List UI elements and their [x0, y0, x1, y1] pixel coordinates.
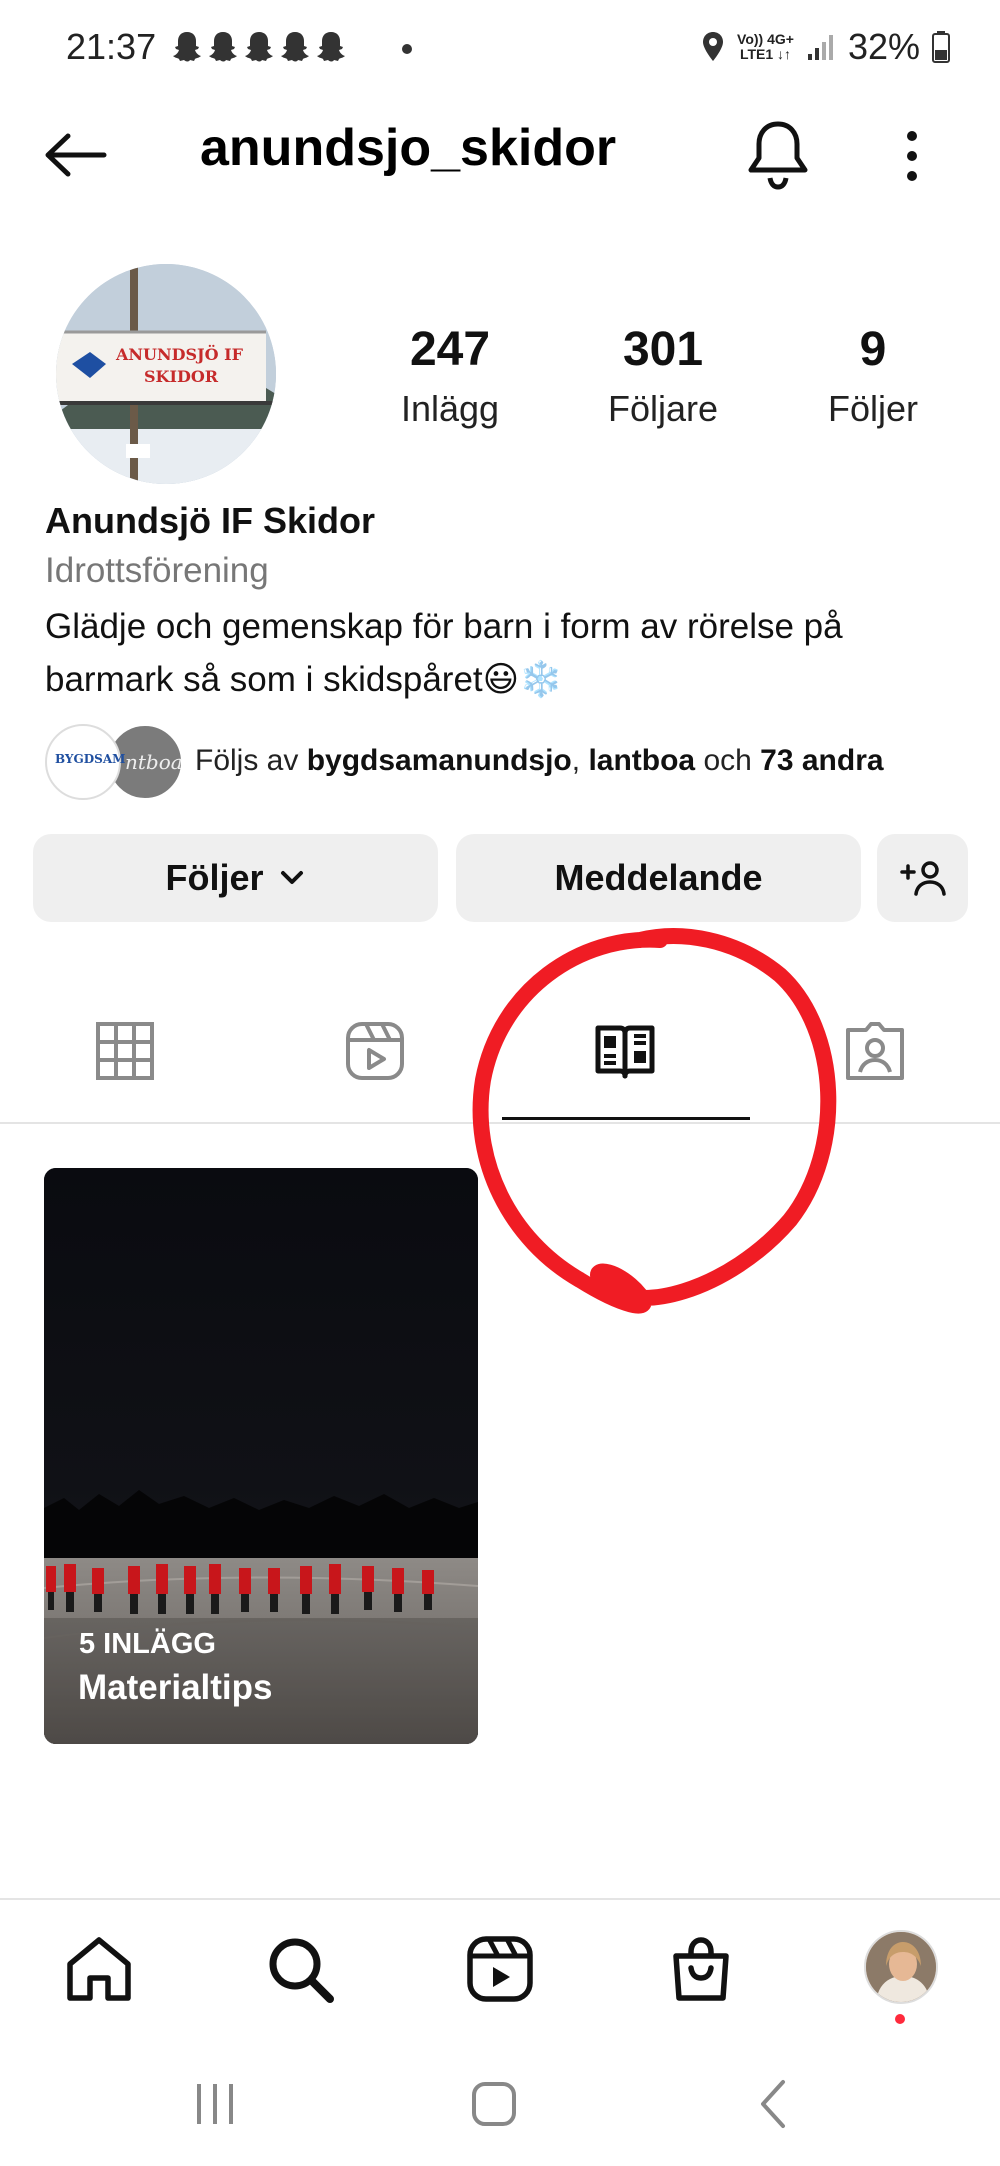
profile-notification-dot: [895, 2014, 905, 2024]
snapchat-ghost-icon: [281, 32, 309, 62]
stat-posts[interactable]: 247 Inlägg: [350, 322, 550, 430]
stat-posts-label: Inlägg: [400, 388, 500, 429]
profile-header: anundsjo_skidor: [0, 100, 1000, 210]
active-tab-indicator: [502, 1117, 750, 1120]
reels-icon: [346, 1022, 404, 1080]
tab-grid[interactable]: [0, 1020, 250, 1124]
shop-icon[interactable]: [666, 1934, 736, 2004]
profile-stats: 247 Inlägg 301 Följare 9 Följer: [350, 322, 950, 442]
status-bar: 21:37 Vo)) 4G+ LTE1 ↓↑ 32%: [0, 0, 1000, 100]
follower-avatar-bygdsam: BYGDSAM: [45, 724, 125, 800]
stat-followers-value: 301: [622, 323, 704, 376]
followed-by-user2: lantboa: [588, 744, 696, 777]
profile-display-name: Anundsjö IF Skidor: [45, 500, 375, 541]
tagged-icon: [846, 1022, 904, 1080]
snapchat-ghost-icon: [317, 32, 345, 62]
back-button-icon[interactable]: [745, 2074, 805, 2134]
status-indicators: Vo)) 4G+ LTE1 ↓↑ 32%: [701, 26, 950, 68]
message-button-label: Meddelande: [554, 857, 763, 898]
add-person-icon: [899, 861, 946, 896]
grid-icon: [96, 1022, 154, 1080]
followed-by[interactable]: BYGDSAM ntboa Följs av bygdsamanundsjo, …: [45, 724, 975, 804]
avatar-sign-line2: SKIDOR: [144, 367, 219, 386]
location-icon: [703, 32, 724, 61]
stat-posts-value: 247: [409, 323, 491, 376]
profile-avatar[interactable]: ANUNDSJÖ IF SKIDOR: [56, 264, 276, 484]
notifications-bell-icon[interactable]: [745, 118, 811, 192]
snapchat-notifications: [172, 30, 346, 62]
guides-icon: [595, 1025, 655, 1079]
guide-card[interactable]: 5 INLÄGG Materialtips: [44, 1168, 478, 1744]
followed-by-user1: bygdsamanundsjo: [306, 744, 572, 777]
battery-icon: [932, 31, 950, 63]
followed-by-others: 73 andra: [760, 744, 884, 777]
guide-post-count: 5 INLÄGG: [79, 1628, 216, 1660]
bottom-navigation: [0, 1898, 1000, 2038]
search-icon[interactable]: [265, 1934, 335, 2004]
more-options-icon[interactable]: [890, 128, 934, 184]
stat-followers[interactable]: 301 Följare: [563, 322, 763, 430]
guide-title: Materialtips: [78, 1668, 273, 1707]
battery-percent: 32%: [847, 26, 920, 67]
followed-by-prefix: Följs av: [195, 744, 299, 777]
red-circle-annotation: [472, 928, 837, 1314]
message-button[interactable]: Meddelande: [456, 834, 861, 922]
more-notifications-dot: [402, 44, 412, 54]
followed-by-joiner: och: [703, 744, 752, 777]
profile-nav-avatar[interactable]: [864, 1930, 938, 2004]
network-type-top: Vo)) 4G+: [737, 31, 794, 47]
system-navigation: [0, 2040, 1000, 2166]
snapchat-ghost-icon: [245, 32, 273, 62]
following-button[interactable]: Följer: [33, 834, 438, 922]
network-type: Vo)) 4G+ LTE1 ↓↑: [737, 32, 794, 62]
suggested-accounts-button[interactable]: [877, 834, 968, 922]
stat-following[interactable]: 9 Följer: [773, 322, 973, 430]
follower-avatar-lantboa-text: ntboa: [125, 750, 183, 774]
profile-tabs: [0, 1000, 1000, 1124]
followed-by-text: Följs av bygdsamanundsjo, lantboa och 73…: [195, 744, 884, 778]
back-arrow-icon[interactable]: [40, 130, 110, 180]
follower-avatar-bygdsam-text: BYGDSAM: [55, 752, 126, 766]
signal-icon: [807, 35, 833, 60]
reels-nav-icon[interactable]: [465, 1934, 535, 2004]
status-time: 21:37: [66, 26, 157, 67]
stat-following-label: Följer: [827, 388, 919, 429]
tab-guides[interactable]: [500, 1020, 750, 1124]
profile-category: Idrottsförening: [45, 551, 269, 590]
home-icon[interactable]: [64, 1934, 134, 2004]
snapchat-ghost-icon: [209, 32, 237, 62]
stat-followers-label: Följare: [607, 388, 719, 429]
tab-tagged[interactable]: [750, 1020, 1000, 1124]
recent-apps-icon[interactable]: [185, 2074, 245, 2134]
following-button-label: Följer: [165, 857, 264, 898]
network-type-bottom: LTE1 ↓↑: [739, 46, 792, 62]
profile-nav-photo: [866, 1932, 936, 2002]
avatar-sign-line1: ANUNDSJÖ IF: [115, 344, 244, 364]
chevron-down-icon: [280, 871, 303, 884]
home-button-icon[interactable]: [464, 2074, 524, 2134]
tab-reels[interactable]: [250, 1020, 500, 1124]
profile-username: anundsjo_skidor: [200, 119, 617, 177]
stat-following-value: 9: [859, 323, 887, 376]
profile-bio: Anundsjö IF Skidor Idrottsförening Glädj…: [45, 496, 965, 706]
profile-actions: Följer Meddelande: [33, 834, 968, 922]
followed-by-separator: ,: [571, 744, 581, 777]
snapchat-ghost-icon: [173, 32, 201, 62]
profile-avatar-image: ANUNDSJÖ IF SKIDOR: [56, 264, 276, 484]
profile-bio-text: Glädje och gemenskap för barn i form av …: [45, 607, 843, 699]
